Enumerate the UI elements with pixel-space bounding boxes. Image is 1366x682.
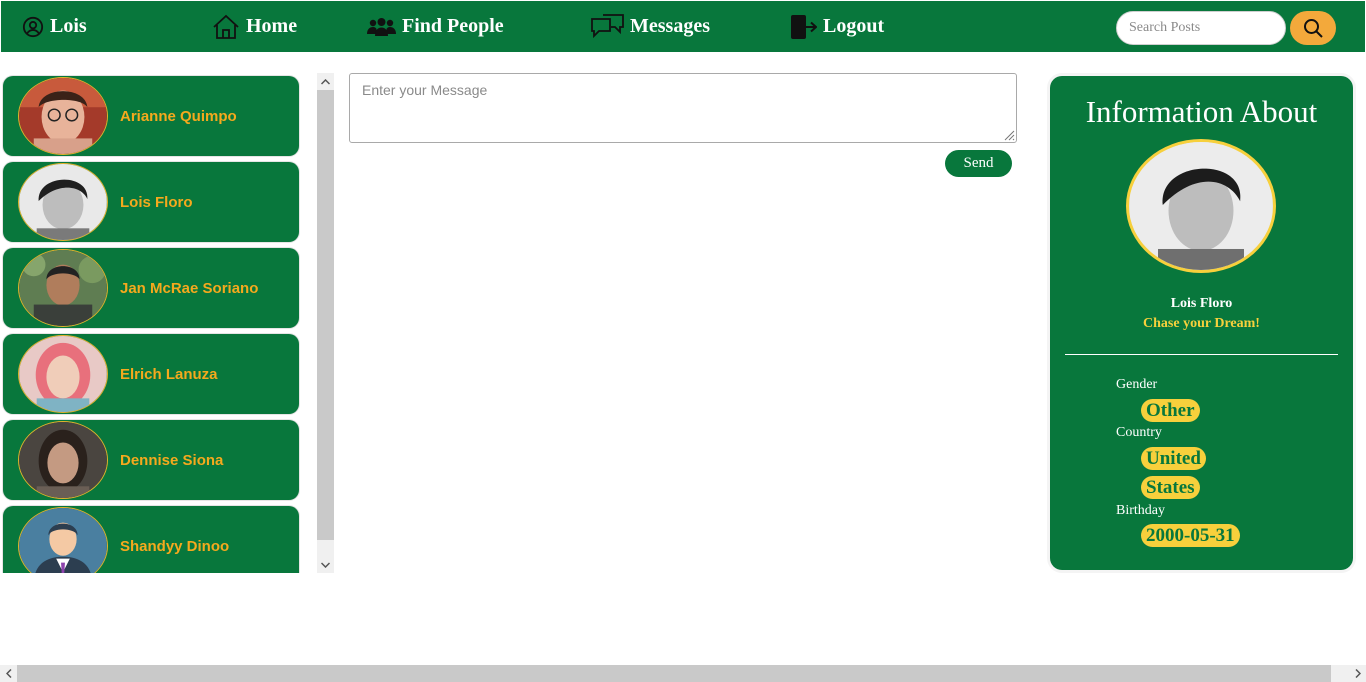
avatar xyxy=(18,335,108,413)
friend-name: Jan McRae Soriano xyxy=(120,279,259,297)
search-icon xyxy=(1304,19,1323,38)
nav-messages-label: Messages xyxy=(630,15,710,37)
avatar xyxy=(18,77,108,155)
avatar xyxy=(18,249,108,327)
profile-name: Lois Floro xyxy=(1170,296,1233,311)
search-input[interactable] xyxy=(1116,11,1286,45)
page-horizontal-scrollbar[interactable] xyxy=(0,665,1366,682)
country-label: Country xyxy=(1116,425,1162,440)
friend-name: Shandyy Dinoo xyxy=(120,537,230,555)
nav-user-label: Lois xyxy=(50,15,87,37)
home-icon xyxy=(213,14,239,39)
friend-list: Arianne Quimpo Lois Floro Jan McRae Sori… xyxy=(0,72,302,573)
info-panel: Information About Lois Floro Chase your … xyxy=(1050,76,1353,570)
profile-avatar xyxy=(1126,139,1276,273)
divider xyxy=(1065,354,1338,355)
avatar xyxy=(18,163,108,241)
resize-grip-icon[interactable] xyxy=(1003,129,1015,141)
country-value: United States xyxy=(1141,444,1216,502)
scroll-right-icon[interactable] xyxy=(1349,665,1366,682)
info-title: Information About xyxy=(1085,94,1318,129)
nav-logout[interactable]: Logout xyxy=(790,1,884,52)
friend-card[interactable]: Lois Floro xyxy=(3,162,299,242)
gender-badge: Other xyxy=(1141,399,1200,422)
friend-name: Arianne Quimpo xyxy=(120,107,237,125)
send-button[interactable]: Send xyxy=(945,150,1012,177)
users-icon xyxy=(367,17,396,36)
friend-card[interactable]: Shandyy Dinoo xyxy=(3,506,299,573)
friend-card[interactable]: Jan McRae Soriano xyxy=(3,248,299,328)
search-button[interactable] xyxy=(1290,11,1336,45)
nav-find-people-label: Find People xyxy=(402,15,504,37)
birthday-label: Birthday xyxy=(1116,503,1165,518)
scrollbar-thumb[interactable] xyxy=(317,90,334,540)
birthday-badge: 2000-05-31 xyxy=(1141,524,1240,547)
logout-icon xyxy=(791,14,817,39)
friend-card[interactable]: Elrich Lanuza xyxy=(3,334,299,414)
friend-name: Lois Floro xyxy=(120,193,193,211)
birthday-value: 2000-05-31 xyxy=(1141,521,1271,550)
friend-name: Dennise Siona xyxy=(120,451,224,469)
scroll-up-icon[interactable] xyxy=(317,73,334,90)
scrollbar-thumb[interactable] xyxy=(17,665,1331,682)
profile-motto: Chase your Dream! xyxy=(1143,316,1260,331)
top-navbar: Lois Home Find People Messages Logout xyxy=(1,1,1365,52)
avatar xyxy=(18,421,108,499)
scroll-left-icon[interactable] xyxy=(0,665,17,682)
nav-home-label: Home xyxy=(246,15,298,37)
scroll-down-icon[interactable] xyxy=(317,556,334,573)
friend-card[interactable]: Dennise Siona xyxy=(3,420,299,500)
nav-home[interactable]: Home xyxy=(212,1,297,52)
message-input[interactable] xyxy=(349,73,1017,143)
nav-logout-label: Logout xyxy=(823,15,885,37)
nav-messages[interactable]: Messages xyxy=(591,1,710,52)
country-badge: United States xyxy=(1141,447,1206,499)
gender-label: Gender xyxy=(1116,377,1158,392)
nav-user-profile[interactable]: Lois xyxy=(22,1,87,52)
friend-name: Elrich Lanuza xyxy=(120,365,218,383)
nav-find-people[interactable]: Find People xyxy=(367,1,504,52)
user-circle-icon xyxy=(22,16,44,37)
friend-card[interactable]: Arianne Quimpo xyxy=(3,76,299,156)
avatar xyxy=(18,507,108,573)
gender-value: Other xyxy=(1141,396,1251,425)
friend-list-scrollbar[interactable] xyxy=(317,73,334,573)
chat-icon xyxy=(591,13,624,38)
